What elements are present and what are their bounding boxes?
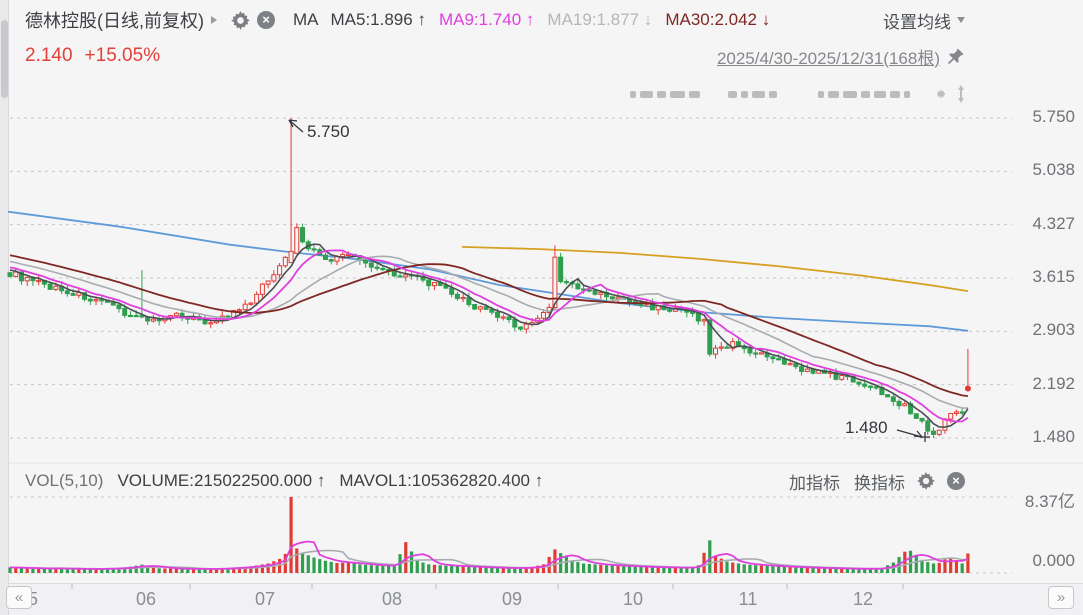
ma-settings-button[interactable]: 设置均线: [883, 8, 965, 33]
scroll-left-button[interactable]: «: [6, 586, 32, 609]
gear-icon[interactable]: [231, 10, 250, 30]
high-annotation: 5.750: [307, 122, 350, 141]
volume-readout: VOLUME:215022500.000 ↑: [117, 471, 325, 491]
mavol-value: MAVOL1:105362820.400: [339, 471, 530, 490]
chart-header: 德林控股(日线,前复权) × MA MA5:1.896 ↑ MA9:1.740 ↑…: [9, 0, 1083, 40]
volume-axis-min: 0.000: [1032, 551, 1075, 570]
chart-canvas[interactable]: [0, 0, 1083, 615]
stock-chart-window: 德林控股(日线,前复权) × MA MA5:1.896 ↑ MA9:1.740 ↑…: [0, 0, 1083, 615]
mavol-readout: MAVOL1:105362820.400 ↑: [339, 471, 543, 491]
ma-settings-label: 设置均线: [883, 12, 951, 32]
mavol-arrow: ↑: [534, 471, 544, 490]
time-axis-label: 10: [622, 589, 644, 609]
title-caret-icon[interactable]: [211, 16, 217, 24]
price-axis-label: 2.903: [1032, 320, 1075, 340]
pin-icon[interactable]: [946, 47, 965, 66]
price-axis-label: 4.327: [1032, 213, 1075, 233]
close-indicator-icon[interactable]: ×: [257, 11, 275, 29]
ma-readout: MA9:1.740 ↑: [438, 10, 535, 29]
date-range-group: 2025/4/30-2025/12/31(168根): [717, 44, 965, 69]
volume-value: VOLUME:215022500.000: [117, 471, 313, 490]
time-axis-label: 08: [381, 589, 403, 609]
vol-close-icon[interactable]: ×: [947, 472, 965, 490]
scroll-right-button[interactable]: »: [1048, 586, 1074, 609]
ma-readout: MA5:1.896 ↑: [330, 10, 426, 29]
ma-readout: MA19:1.877 ↓: [547, 10, 653, 29]
change-percent: +15.05%: [84, 45, 161, 66]
low-annotation: 1.480: [845, 418, 888, 437]
price-row: 2.140 +15.05% 2025/4/30-2025/12/31(168根): [9, 40, 1083, 72]
time-axis-label: 09: [501, 589, 523, 609]
vol-gear-icon[interactable]: [917, 472, 935, 490]
chevron-down-icon: [957, 17, 965, 23]
ma-group-label: MA: [293, 10, 319, 29]
time-axis-label: 07: [254, 589, 276, 609]
vol-indicator-label: VOL(5,10): [25, 471, 104, 490]
indicator-actions: 加指标 换指标 ×: [775, 469, 965, 494]
symbol-title[interactable]: 德林控股(日线,前复权): [25, 7, 204, 33]
price-axis-label: 3.615: [1032, 267, 1075, 286]
volume-axis-max: 8.37亿: [1024, 492, 1075, 511]
date-range-link[interactable]: 2025/4/30-2025/12/31(168根): [717, 44, 940, 69]
time-axis-label: 12: [852, 589, 874, 609]
volume-arrow: ↑: [316, 471, 326, 490]
switch-indicator-button[interactable]: 换指标: [854, 469, 905, 494]
time-axis-label: 11: [738, 589, 758, 609]
ma-readouts: MA5:1.896 ↑ MA9:1.740 ↑ MA19:1.877 ↓ MA30:2…: [331, 10, 784, 30]
ma-readout: MA30:2.042 ↓: [665, 10, 771, 29]
price-axis-label: 5.038: [1032, 160, 1075, 180]
price-axis-label: 2.192: [1032, 373, 1075, 393]
volume-header: VOL(5,10) VOLUME:215022500.000 ↑ MAVOL1:…: [9, 466, 1083, 496]
add-indicator-button[interactable]: 加指标: [789, 469, 840, 494]
price-axis-label: 1.480: [1032, 427, 1075, 446]
last-price: 2.140: [25, 45, 73, 66]
price-axis-label: 5.750: [1032, 107, 1075, 126]
time-axis-label: 06: [135, 589, 157, 609]
